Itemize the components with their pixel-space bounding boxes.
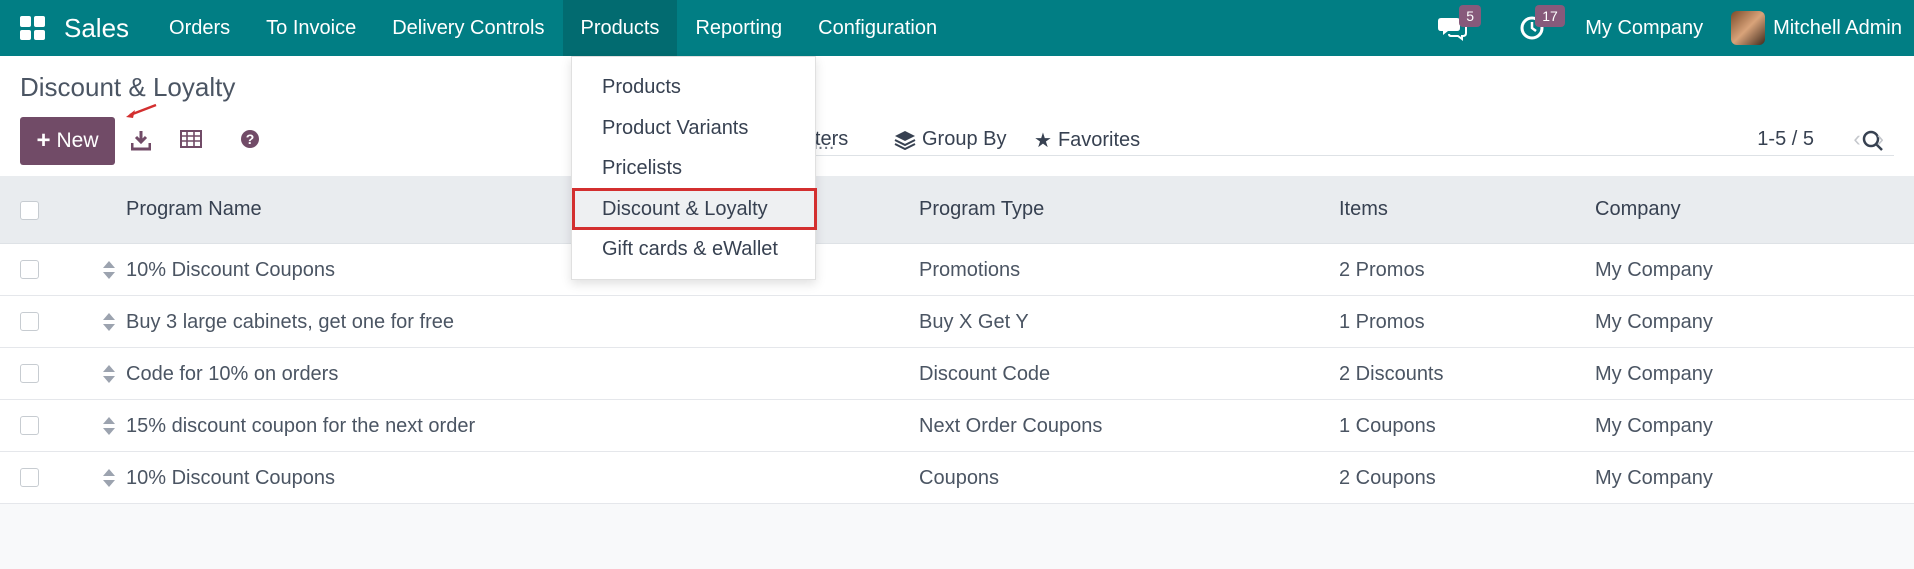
loyalty-programs-table: Program Name Program Type Items Company … xyxy=(0,176,1914,504)
drag-handle-icon[interactable] xyxy=(102,260,116,280)
drag-handle-icon[interactable] xyxy=(102,416,116,436)
nav-configuration[interactable]: Configuration xyxy=(800,0,955,56)
plus-icon: + xyxy=(36,127,51,154)
nav-products[interactable]: Products xyxy=(562,0,678,56)
messages-badge: 5 xyxy=(1459,5,1482,27)
row-checkbox[interactable] xyxy=(20,260,39,279)
menu-item-products[interactable]: Products xyxy=(572,67,817,107)
cell-company: My Company xyxy=(1595,259,1713,281)
column-program-name[interactable]: Program Name xyxy=(126,198,262,221)
company-switcher[interactable]: My Company xyxy=(1585,17,1703,40)
drag-handle-icon[interactable] xyxy=(102,312,116,332)
cell-company: My Company xyxy=(1595,415,1713,437)
table-row[interactable]: 10% Discount Coupons Coupons 2 Coupons M… xyxy=(0,452,1914,504)
cell-company: My Company xyxy=(1595,311,1713,333)
cell-items: 2 Discounts xyxy=(1339,363,1444,385)
table-header: Program Name Program Type Items Company xyxy=(0,176,1914,244)
column-items[interactable]: Items xyxy=(1339,198,1388,221)
menu-item-discount-loyalty[interactable]: Discount & Loyalty xyxy=(572,188,817,230)
star-icon: ★ xyxy=(1034,130,1052,152)
select-all-checkbox[interactable] xyxy=(20,201,39,220)
activities-button[interactable]: 17 xyxy=(1497,0,1567,56)
cell-program-type: Coupons xyxy=(919,467,1000,489)
cell-program-name: 10% Discount Coupons xyxy=(126,467,336,489)
pager-next-icon[interactable]: › xyxy=(1877,126,1884,152)
favorites-label: Favorites xyxy=(1057,129,1141,151)
nav-reporting[interactable]: Reporting xyxy=(677,0,800,56)
cell-program-name: 15% discount coupon for the next order xyxy=(126,415,476,437)
apps-menu-icon[interactable] xyxy=(20,16,48,40)
cell-items: 1 Promos xyxy=(1339,311,1425,333)
spreadsheet-icon[interactable] xyxy=(180,129,202,149)
nav-orders[interactable]: Orders xyxy=(151,0,248,56)
annotation-arrow-icon xyxy=(126,103,157,118)
nav-to-invoice[interactable]: To Invoice xyxy=(248,0,374,56)
svg-text:?: ? xyxy=(246,131,255,147)
new-button-label: New xyxy=(56,129,99,152)
app-brand[interactable]: Sales xyxy=(64,13,129,44)
breadcrumb: Discount & Loyalty xyxy=(20,72,236,102)
table-row[interactable]: Buy 3 large cabinets, get one for free B… xyxy=(0,296,1914,348)
cell-program-name: 10% Discount Coupons xyxy=(126,259,336,281)
cell-program-type: Next Order Coupons xyxy=(919,415,1103,437)
nav-delivery-controls[interactable]: Delivery Controls xyxy=(374,0,562,56)
row-checkbox[interactable] xyxy=(20,468,39,487)
cell-items: 2 Coupons xyxy=(1339,467,1436,489)
cell-company: My Company xyxy=(1595,363,1713,385)
pager-arrows: ‹ › xyxy=(1853,126,1884,152)
table-row[interactable]: 10% Discount Coupons Promotions 2 Promos… xyxy=(0,244,1914,296)
column-company[interactable]: Company xyxy=(1595,198,1681,221)
menu-item-pricelists[interactable]: Pricelists xyxy=(572,148,817,188)
layers-icon xyxy=(894,130,916,150)
control-panel: Discount & Loyalty + New ? rch... ilters xyxy=(0,56,1914,176)
row-checkbox[interactable] xyxy=(20,364,39,383)
cell-program-type: Promotions xyxy=(919,259,1021,281)
cell-program-name: Code for 10% on orders xyxy=(126,363,339,385)
pager-value[interactable]: 1-5 / 5 xyxy=(1757,128,1814,151)
drag-handle-icon[interactable] xyxy=(102,468,116,488)
top-navbar: Sales Orders To Invoice Delivery Control… xyxy=(0,0,1914,56)
cell-items: 1 Coupons xyxy=(1339,415,1436,437)
favorites-button[interactable]: ★ Favorites xyxy=(1034,128,1140,153)
user-menu[interactable]: Mitchell Admin xyxy=(1773,17,1902,40)
group-by-label: Group By xyxy=(922,128,1007,150)
drag-handle-icon[interactable] xyxy=(102,364,116,384)
column-program-type[interactable]: Program Type xyxy=(919,198,1044,221)
messages-button[interactable]: 5 xyxy=(1415,0,1489,56)
cell-program-type: Discount Code xyxy=(919,363,1051,385)
user-avatar[interactable] xyxy=(1731,11,1766,45)
menu-item-product-variants[interactable]: Product Variants xyxy=(572,108,817,148)
products-dropdown-menu: Products Product Variants Pricelists Dis… xyxy=(571,56,817,280)
cell-company: My Company xyxy=(1595,467,1713,489)
activities-badge: 17 xyxy=(1535,5,1565,27)
cell-items: 2 Promos xyxy=(1339,259,1425,281)
new-button[interactable]: + New xyxy=(20,117,115,165)
help-icon[interactable]: ? xyxy=(240,129,260,149)
table-row[interactable]: Code for 10% on orders Discount Code 2 D… xyxy=(0,348,1914,400)
group-by-button[interactable]: Group By xyxy=(894,128,1006,151)
cell-program-type: Buy X Get Y xyxy=(919,311,1029,333)
pager-previous-icon[interactable]: ‹ xyxy=(1853,126,1860,152)
table-row[interactable]: 15% discount coupon for the next order N… xyxy=(0,400,1914,452)
download-icon[interactable] xyxy=(131,129,151,151)
row-checkbox[interactable] xyxy=(20,416,39,435)
row-checkbox[interactable] xyxy=(20,312,39,331)
cell-program-name: Buy 3 large cabinets, get one for free xyxy=(126,311,454,333)
navbar-right: 5 17 My Company Mitchell Admin xyxy=(1415,0,1914,56)
menu-item-gift-cards-ewallet[interactable]: Gift cards & eWallet xyxy=(572,229,817,269)
